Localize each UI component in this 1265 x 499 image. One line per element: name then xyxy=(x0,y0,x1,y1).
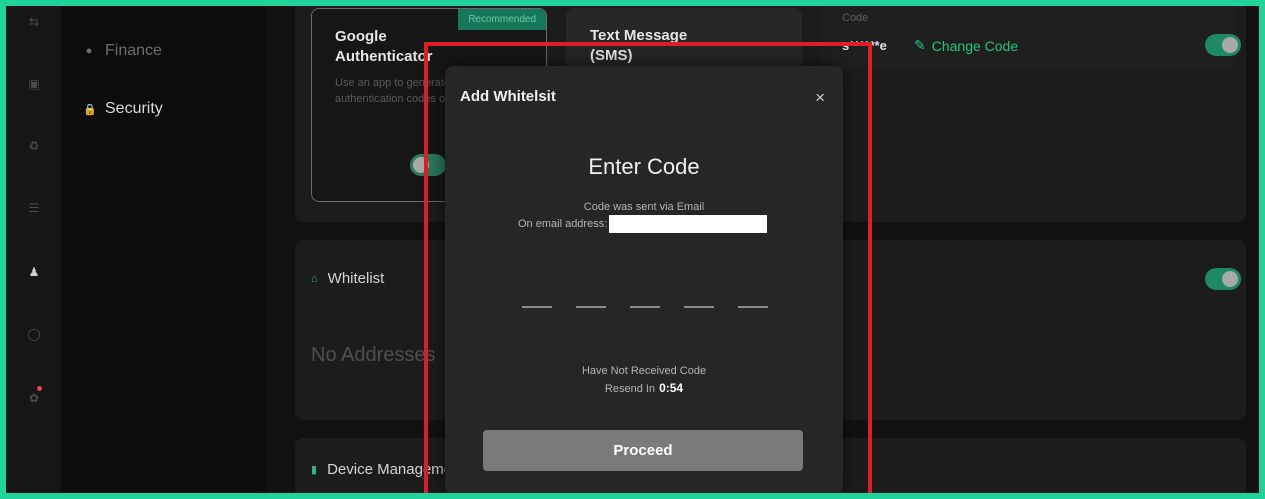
sidebar-item-label: Finance xyxy=(105,42,162,59)
user-icon[interactable]: ♟ xyxy=(26,264,42,280)
enter-code-heading: Enter Code xyxy=(588,154,700,179)
change-code-link[interactable]: ✎ Change Code xyxy=(914,37,1018,54)
icon-rail: ⇆ ▣ ♻ ☰ ♟ ◯ ✿ xyxy=(6,6,61,493)
resend-label: Resend In xyxy=(604,383,656,395)
info-circle-icon: ● xyxy=(85,45,93,57)
recycle-icon[interactable]: ♻ xyxy=(26,138,42,154)
code-label: Code xyxy=(842,12,869,24)
device-icon: ▮ xyxy=(311,464,318,476)
code-digit-5[interactable] xyxy=(738,288,768,308)
resend-line: Resend In 0:54 xyxy=(445,381,843,395)
home-icon: ⌂ xyxy=(311,272,318,285)
list-icon[interactable]: ☰ xyxy=(26,200,42,216)
exchange-icon[interactable]: ⇆ xyxy=(26,14,42,30)
email-label: On email address: xyxy=(518,218,608,230)
lock-icon: 🔒 xyxy=(83,103,97,116)
code-digit-4[interactable] xyxy=(684,288,714,308)
notification-dot xyxy=(37,386,42,391)
sidebar-item-label: Security xyxy=(105,100,163,117)
change-code-label: Change Code xyxy=(931,37,1019,54)
sent-via-text: Code was sent via Email xyxy=(583,201,705,213)
proceed-button[interactable]: Proceed xyxy=(483,430,803,471)
notification-icon[interactable]: ✿ xyxy=(26,390,42,406)
chat-icon[interactable]: ◯ xyxy=(26,326,42,342)
resend-timer: 0:54 xyxy=(659,381,684,395)
whitelist-heading: ⌂ Whitelist xyxy=(311,270,384,287)
modal-title: Add Whitelsit xyxy=(460,88,556,105)
sidebar-item-finance[interactable]: ● Finance xyxy=(83,42,162,60)
code-digit-3[interactable] xyxy=(630,288,660,308)
close-icon[interactable]: × xyxy=(815,88,825,108)
code-digit-2[interactable] xyxy=(576,288,606,308)
recommended-badge: Recommended xyxy=(458,9,546,30)
sidebar-item-security[interactable]: 🔒 Security xyxy=(83,100,163,118)
two-factor-toggle[interactable] xyxy=(1205,34,1241,56)
code-digit-1[interactable] xyxy=(522,288,552,308)
whitelist-empty-text: No Addresses xyxy=(311,344,436,366)
app-frame: ⇆ ▣ ♻ ☰ ♟ ◯ ✿ ● Finance 🔒 Security Googl… xyxy=(6,6,1259,493)
email-line: On email address: xyxy=(518,215,768,233)
email-redacted xyxy=(609,215,768,233)
wallet-icon[interactable]: ▣ xyxy=(26,76,42,92)
sidebar: ● Finance 🔒 Security xyxy=(61,6,266,493)
code-input-group xyxy=(522,288,768,308)
whitelist-toggle[interactable] xyxy=(1205,268,1241,290)
pencil-icon: ✎ xyxy=(914,37,926,53)
not-received-text: Have Not Received Code xyxy=(581,365,707,377)
code-box: Code s******e ✎ Change Code xyxy=(822,6,1235,68)
add-whitelist-modal: Add Whitelsit × Enter Code Code was sent… xyxy=(445,66,843,493)
google-authenticator-title: Google Authenticator xyxy=(335,28,433,65)
whitelist-title: Whitelist xyxy=(327,270,385,287)
